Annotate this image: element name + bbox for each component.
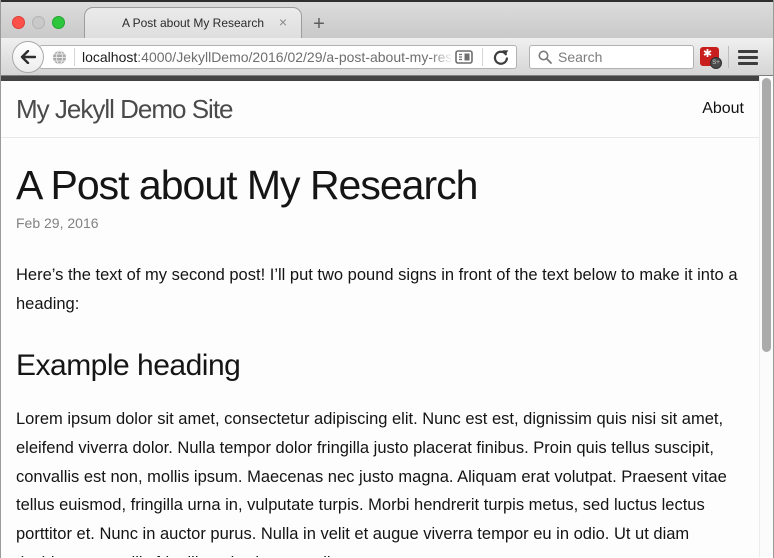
tab-title: A Post about My Research: [122, 16, 264, 30]
search-bar[interactable]: [529, 45, 694, 69]
search-input[interactable]: [558, 49, 693, 65]
extension-badge: S+: [710, 57, 722, 69]
search-icon: [538, 50, 552, 64]
post-article: A Post about My Research Feb 29, 2016 He…: [1, 164, 759, 557]
scrollbar-thumb[interactable]: [762, 78, 771, 352]
site-header: My Jekyll Demo Site About: [1, 76, 773, 138]
extension-button[interactable]: ✱ S+: [700, 47, 719, 66]
back-button[interactable]: [12, 41, 44, 73]
close-window-button[interactable]: [12, 16, 25, 29]
divider: [728, 46, 729, 68]
page-scrollbar[interactable]: [759, 76, 773, 557]
hamburger-menu-button[interactable]: [738, 50, 758, 65]
post-body-paragraph: Lorem ipsum dolor sit amet, consectetur …: [16, 405, 744, 557]
post-date: Feb 29, 2016: [16, 215, 744, 231]
traffic-lights: [12, 16, 65, 29]
nav-about-link[interactable]: About: [702, 100, 744, 117]
tab-bar: A Post about My Research × +: [1, 0, 773, 38]
site-nav: About: [702, 100, 744, 118]
url-bar[interactable]: localhost:4000/JekyllDemo/2016/02/29/a-p…: [39, 45, 517, 69]
minimize-window-button[interactable]: [32, 16, 45, 29]
post-title: A Post about My Research: [16, 164, 744, 207]
reader-mode-button[interactable]: [453, 46, 475, 68]
globe-icon: [52, 50, 67, 65]
url-host: localhost: [82, 49, 137, 65]
tab-close-icon[interactable]: ×: [279, 15, 287, 29]
hamburger-icon: [738, 50, 758, 53]
tab-active[interactable]: A Post about My Research ×: [84, 7, 302, 38]
back-arrow-icon: [20, 50, 36, 64]
post-content: Here’s the text of my second post! I’ll …: [16, 261, 744, 557]
section-heading: Example heading: [16, 349, 744, 383]
divider: [482, 48, 483, 66]
reload-icon: [493, 49, 509, 65]
divider: [74, 48, 75, 66]
url-path: :4000/JekyllDemo/2016/02/29/a-post-about…: [137, 49, 453, 65]
zoom-window-button[interactable]: [52, 16, 65, 29]
reload-button[interactable]: [490, 46, 512, 68]
new-tab-button[interactable]: +: [309, 14, 329, 34]
url-text[interactable]: localhost:4000/JekyllDemo/2016/02/29/a-p…: [82, 49, 453, 65]
page-viewport: My Jekyll Demo Site About A Post about M…: [1, 76, 773, 557]
post-intro-paragraph: Here’s the text of my second post! I’ll …: [16, 261, 744, 319]
site-title-link[interactable]: My Jekyll Demo Site: [16, 94, 233, 125]
browser-window: A Post about My Research × + localhost:4…: [0, 0, 774, 558]
reader-mode-icon: [455, 50, 473, 64]
navigation-toolbar: localhost:4000/JekyllDemo/2016/02/29/a-p…: [1, 38, 773, 76]
